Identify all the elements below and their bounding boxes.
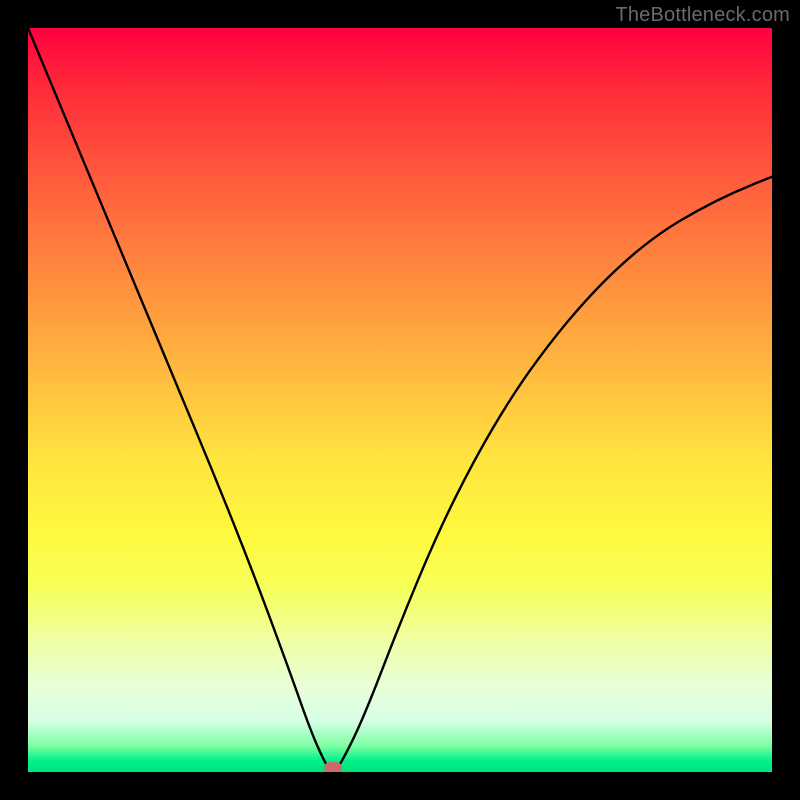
curve-path	[28, 28, 772, 770]
optimal-point-marker	[324, 762, 342, 772]
bottleneck-curve	[28, 28, 772, 772]
watermark-text: TheBottleneck.com	[615, 4, 790, 27]
plot-area	[28, 28, 772, 772]
chart-frame: TheBottleneck.com	[0, 0, 800, 800]
